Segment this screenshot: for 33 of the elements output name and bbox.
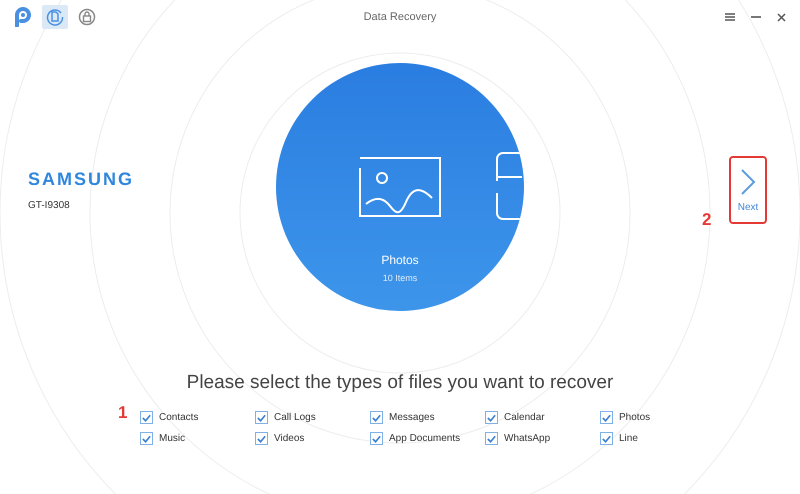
- file-type-checkbox[interactable]: Music: [140, 432, 255, 445]
- file-type-checkbox[interactable]: Photos: [600, 411, 715, 424]
- device-model: GT-I9308: [28, 200, 71, 211]
- instruction-heading: Please select the types of files you want to recover: [186, 372, 614, 394]
- file-type-checkbox[interactable]: Line: [600, 432, 715, 445]
- file-type-checkbox[interactable]: App Documents: [370, 432, 485, 445]
- next-button[interactable]: Next: [729, 156, 767, 224]
- file-type-checkbox[interactable]: Calendar: [485, 411, 600, 424]
- document-icon[interactable]: [42, 5, 68, 29]
- annotation-number: 2: [702, 210, 712, 230]
- file-type-checkbox[interactable]: WhatsApp: [485, 432, 600, 445]
- chevron-right-icon: [740, 168, 756, 196]
- checkbox[interactable]: [370, 432, 383, 445]
- file-type-checkbox[interactable]: Videos: [255, 432, 370, 445]
- file-type-checkbox[interactable]: Call Logs: [255, 411, 370, 424]
- checkbox[interactable]: [485, 411, 498, 424]
- checkbox[interactable]: [485, 432, 498, 445]
- brand-logo: SAMSUNG: [28, 169, 136, 190]
- checkbox[interactable]: [140, 432, 153, 445]
- file-type-checkbox[interactable]: Contacts: [140, 411, 255, 424]
- annotation-number: 1: [118, 403, 128, 423]
- window-title: Data Recovery: [362, 11, 438, 23]
- checkbox[interactable]: [370, 411, 383, 424]
- checkbox[interactable]: [255, 432, 268, 445]
- partial-category-icon: [496, 151, 522, 221]
- checkbox[interactable]: [140, 411, 153, 424]
- file-type-checkbox[interactable]: Messages: [370, 411, 485, 424]
- item-count: 10 Items: [382, 273, 418, 283]
- checkbox[interactable]: [600, 432, 613, 445]
- image-icon: [358, 156, 442, 218]
- checkbox[interactable]: [255, 411, 268, 424]
- checkbox[interactable]: [600, 411, 613, 424]
- category-label: Photos: [381, 253, 419, 267]
